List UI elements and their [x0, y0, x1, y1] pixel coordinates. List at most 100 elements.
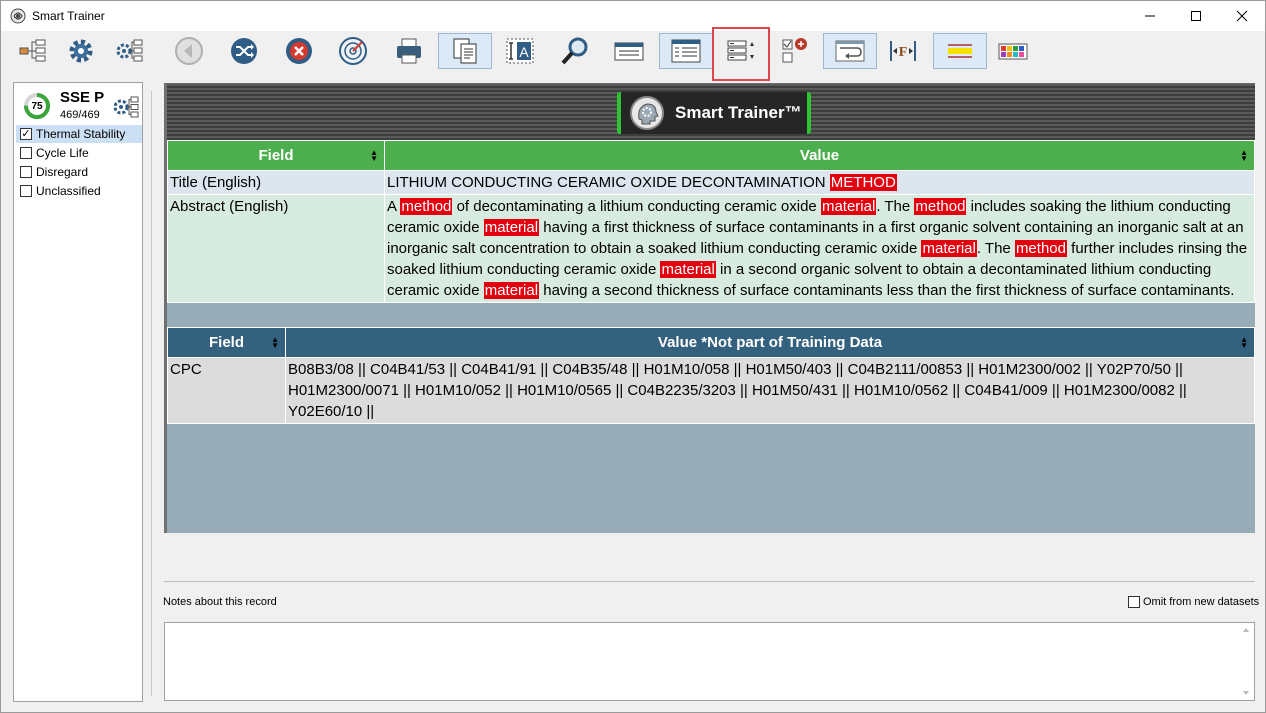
maximize-icon — [1191, 11, 1201, 21]
notes-scrollbar[interactable] — [1239, 624, 1253, 699]
color-palette-button[interactable] — [997, 35, 1029, 67]
abstract-text: . The — [876, 198, 915, 215]
table-row: Abstract (English) A method of decontami… — [167, 194, 1255, 303]
keyword-highlight: material — [820, 198, 877, 215]
omit-checkbox[interactable] — [1128, 596, 1140, 608]
logo-text: Smart Trainer™ — [675, 103, 802, 122]
abstract-text: A — [387, 198, 401, 215]
column-header-value[interactable]: Value ▲ ▼ — [384, 140, 1255, 171]
keyword-highlight: material — [660, 261, 716, 278]
dataset-tree-button[interactable] — [17, 35, 49, 67]
panel-splitter[interactable] — [151, 91, 153, 696]
wrap-text-button[interactable] — [823, 33, 877, 69]
add-checkbox-icon — [782, 38, 807, 63]
minimize-icon — [1145, 15, 1155, 17]
list-view-icon — [671, 39, 701, 63]
svg-text:F: F — [899, 45, 908, 60]
field-order-icon — [727, 40, 754, 61]
keyword-highlight: material — [483, 282, 540, 299]
title-bar: Smart Trainer — [1, 1, 1265, 31]
category-label: Disregard — [36, 165, 89, 179]
print-button[interactable] — [393, 35, 425, 67]
dataset-tree-icon — [19, 39, 46, 62]
app-window: Smart Trainer A F 75 SSE P 469/469 ✓ The… — [0, 0, 1266, 713]
score-value: 75 — [31, 100, 43, 112]
field-cell: Title (English) — [167, 170, 385, 195]
search-icon — [561, 37, 588, 65]
settings-button[interactable] — [65, 35, 97, 67]
keyword-highlight: material — [483, 219, 540, 236]
shuffle-button[interactable] — [228, 35, 260, 67]
omit-option[interactable]: Omit from new datasets — [1128, 596, 1259, 608]
category-checkbox[interactable] — [20, 185, 32, 197]
omit-label: Omit from new datasets — [1143, 596, 1260, 608]
toolbar: A F — [1, 27, 1265, 83]
dataset-settings-button[interactable] — [113, 35, 145, 67]
svg-text:A: A — [519, 44, 529, 60]
category-label: Unclassified — [36, 184, 101, 198]
color-palette-icon — [998, 43, 1028, 60]
sort-icon: ▲ ▼ — [1240, 148, 1248, 163]
single-view-button[interactable] — [613, 35, 645, 67]
category-item[interactable]: Unclassified — [16, 182, 142, 200]
dataset-header: 75 SSE P 469/469 — [16, 85, 140, 123]
field-width-icon: F — [890, 41, 916, 61]
column-header-value[interactable]: Value *Not part of Training Data ▲ ▼ — [285, 327, 1255, 358]
wrap-text-icon — [835, 40, 865, 62]
brain-gear-icon — [630, 96, 664, 130]
notes-separator — [164, 581, 1255, 583]
category-item[interactable]: Disregard — [16, 163, 142, 181]
category-label: Cycle Life — [36, 146, 89, 160]
single-view-icon — [614, 42, 644, 61]
keyword-highlight: method — [1014, 240, 1067, 257]
settings-gear-icon — [69, 39, 93, 63]
category-checkbox[interactable] — [20, 166, 32, 178]
notes-textarea[interactable] — [164, 622, 1255, 701]
abstract-text: . The — [976, 240, 1015, 257]
maximize-button[interactable] — [1173, 1, 1219, 31]
highlight-button[interactable] — [933, 33, 987, 69]
radar-button[interactable] — [337, 35, 369, 67]
keyword-highlight: method — [914, 198, 967, 215]
record-view: Smart Trainer™ Field ▲ ▼ Value ▲ ▼ Title (En… — [164, 83, 1255, 533]
dataset-name: SSE P — [60, 89, 105, 106]
field-order-button[interactable] — [725, 35, 757, 67]
category-checkbox[interactable]: ✓ — [20, 128, 32, 140]
shuffle-icon — [231, 38, 257, 64]
keyword-highlight: METHOD — [829, 174, 897, 191]
close-button[interactable] — [1219, 1, 1265, 31]
back-icon — [175, 37, 203, 65]
field-width-button[interactable]: F — [887, 35, 919, 67]
notes-label: Notes about this record — [163, 596, 277, 608]
field-cell: CPC — [167, 357, 286, 424]
category-checkbox[interactable] — [20, 147, 32, 159]
sort-icon: ▲ ▼ — [1240, 335, 1248, 350]
value-cell: B08B3/08 || C04B41/53 || C04B41/91 || C0… — [285, 357, 1255, 424]
table-row: Title (English) LITHIUM CONDUCTING CERAM… — [167, 170, 1255, 195]
abstract-value-cell: A method of decontaminating a lithium co… — [384, 194, 1255, 303]
text-field-button[interactable]: A — [504, 35, 536, 67]
minimize-button[interactable] — [1127, 1, 1173, 31]
copy-record-button[interactable] — [438, 33, 492, 69]
extra-data-table: Field ▲ ▼ Value *Not part of Training Data… — [167, 327, 1255, 424]
training-data-table: Field ▲ ▼ Value ▲ ▼ Title (English) LITHIUM … — [167, 140, 1255, 303]
cancel-button[interactable] — [283, 35, 315, 67]
print-icon — [397, 38, 421, 64]
back-button[interactable] — [173, 35, 205, 67]
category-item[interactable]: ✓ Thermal Stability — [16, 125, 142, 143]
dataset-panel: 75 SSE P 469/469 ✓ Thermal Stability Cyc… — [13, 82, 143, 702]
list-view-button[interactable] — [659, 33, 713, 69]
dataset-settings-icon[interactable] — [112, 94, 140, 120]
column-header-field[interactable]: Field ▲ ▼ — [167, 140, 385, 171]
abstract-text: of decontaminating a lithium conducting … — [452, 198, 821, 215]
field-cell: Abstract (English) — [167, 194, 385, 303]
category-item[interactable]: Cycle Life — [16, 144, 142, 162]
dataset-count: 469/469 — [60, 109, 100, 121]
column-header-field[interactable]: Field ▲ ▼ — [167, 327, 286, 358]
close-icon — [1236, 10, 1248, 22]
window-title: Smart Trainer — [32, 9, 105, 23]
sort-icon: ▲ ▼ — [370, 148, 378, 163]
add-checkbox-button[interactable] — [779, 35, 811, 67]
keyword-highlight: method — [400, 198, 453, 215]
search-button[interactable] — [559, 35, 591, 67]
